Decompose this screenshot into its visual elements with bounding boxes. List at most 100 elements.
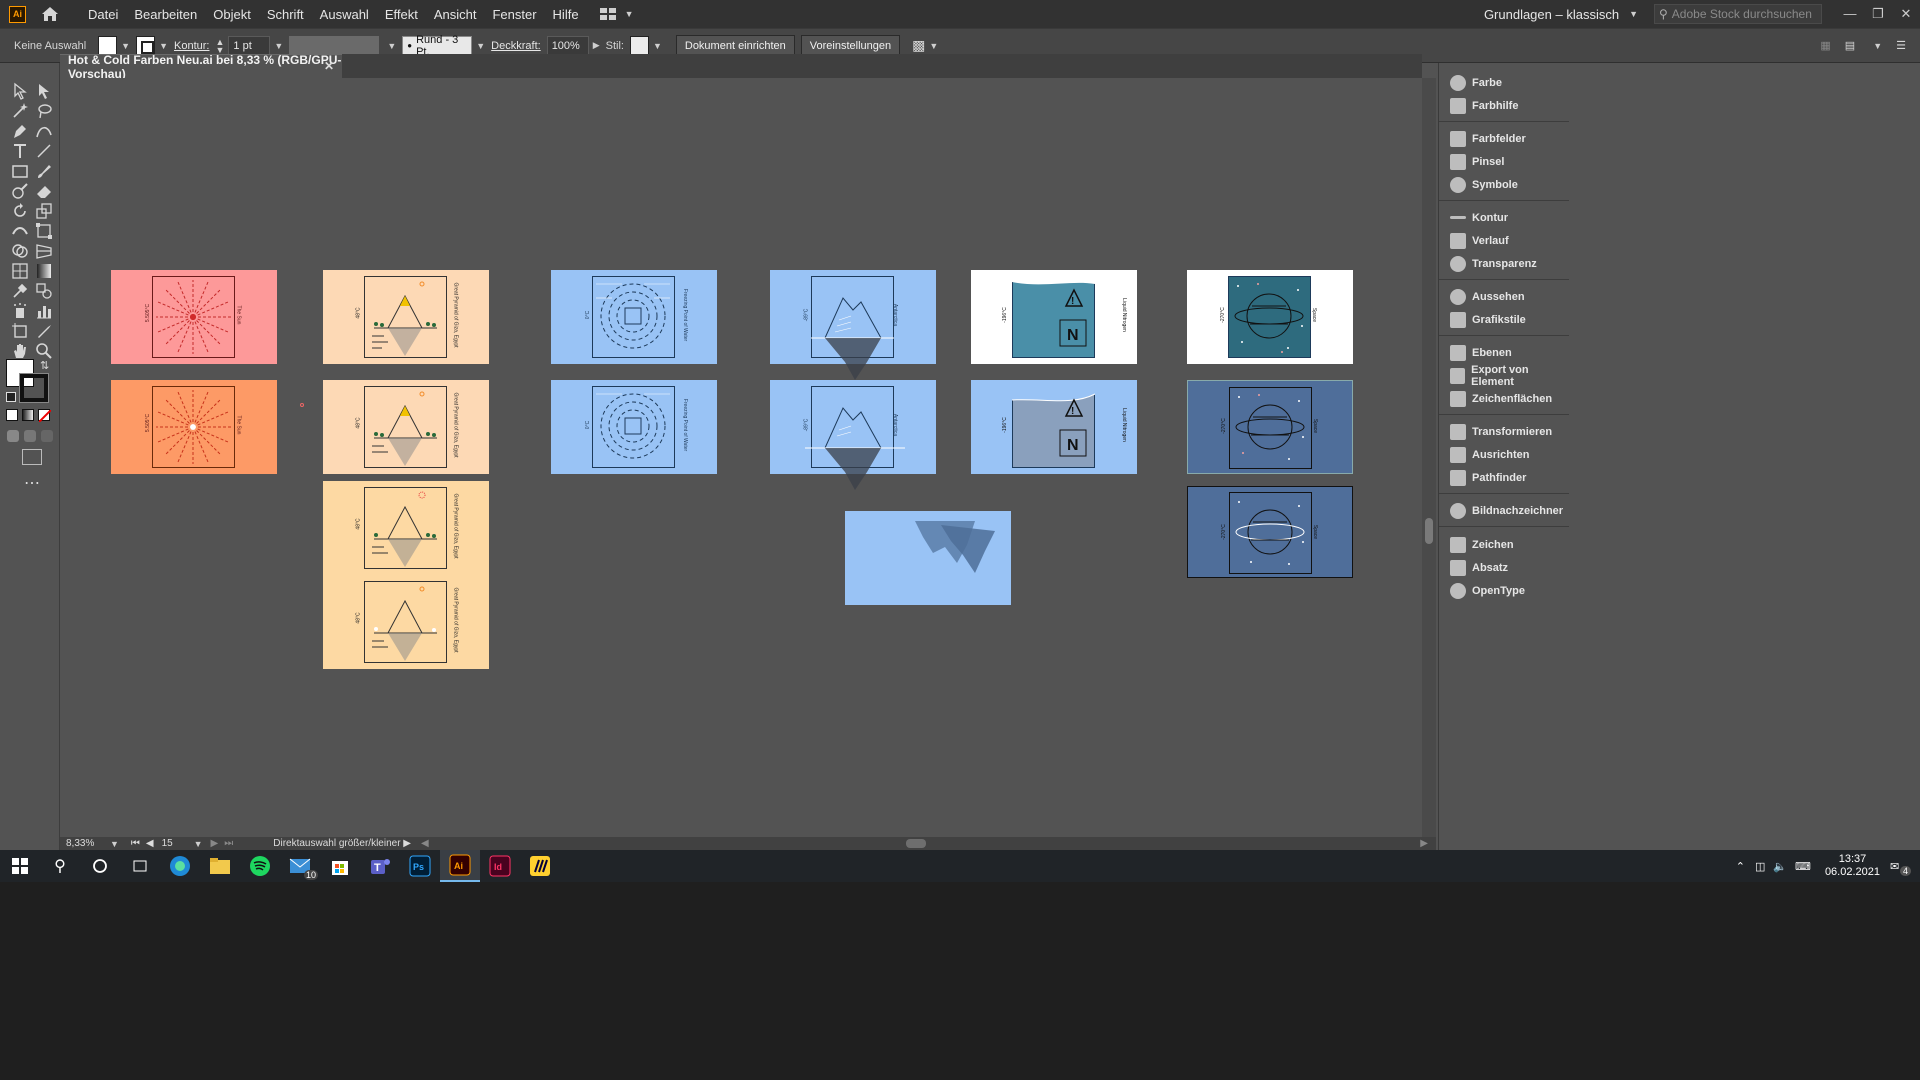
panel-aussehen[interactable]: Aussehen (1439, 285, 1569, 308)
lasso-icon[interactable] (34, 101, 54, 121)
draw-behind-icon[interactable] (24, 430, 36, 442)
menu-objekt[interactable]: Objekt (205, 7, 259, 22)
artboard-pyramid-1[interactable]: 48°C Great Pyramid of Giza, Egypt (323, 270, 489, 364)
panel-farbhilfe[interactable]: Farbhilfe (1439, 94, 1569, 117)
taskbar-photoshop[interactable]: Ps (400, 850, 440, 882)
status-menu-icon[interactable]: ▶ (403, 838, 411, 849)
rectangle-tool-icon[interactable] (10, 161, 30, 181)
artboard-space-1[interactable]: -270°C Space (1187, 270, 1353, 364)
close-button[interactable]: ✕ (1892, 6, 1920, 22)
scrollbar-thumb[interactable] (1425, 518, 1433, 544)
chevron-down-icon[interactable]: ▼ (194, 839, 203, 849)
gradient-tool-icon[interactable] (34, 261, 54, 281)
panel-symbole[interactable]: Symbole (1439, 173, 1569, 196)
chevron-down-icon[interactable]: ▼ (1873, 41, 1882, 51)
scale-tool-icon[interactable] (34, 201, 54, 221)
panel-pathfinder[interactable]: Pathfinder (1439, 466, 1569, 489)
panel-export-von-element[interactable]: Export von Element (1439, 364, 1569, 388)
panel-zeichenflaechen[interactable]: Zeichenflächen (1439, 387, 1569, 410)
panel-farbe[interactable]: Farbe (1439, 71, 1569, 94)
action-center-button[interactable]: ✉ 4 (1890, 860, 1920, 876)
horizontal-scrollbar-thumb[interactable] (906, 839, 926, 848)
chevron-down-icon[interactable]: ▼ (929, 41, 938, 51)
panel-verlauf[interactable]: Verlauf (1439, 229, 1569, 252)
home-icon[interactable] (40, 5, 60, 23)
draw-normal-icon[interactable] (7, 430, 19, 442)
close-icon[interactable]: ✕ (324, 59, 334, 73)
taskbar-store[interactable] (320, 850, 360, 882)
chevron-down-icon[interactable]: ▼ (653, 41, 662, 51)
menu-auswahl[interactable]: Auswahl (312, 7, 377, 22)
brush-definition[interactable]: ● Rund - 3 Pt. (402, 34, 473, 58)
task-view-button[interactable] (120, 850, 160, 882)
artboard-number[interactable]: 15 (162, 838, 190, 849)
symbol-sprayer-icon[interactable] (10, 301, 30, 321)
panel-transformieren[interactable]: Transformieren (1439, 420, 1569, 443)
magic-wand-icon[interactable] (10, 101, 30, 121)
taskbar-indesign[interactable]: Id (480, 850, 520, 882)
menu-hilfe[interactable]: Hilfe (545, 7, 587, 22)
mesh-tool-icon[interactable] (10, 261, 30, 281)
shaper-tool-icon[interactable] (10, 181, 30, 201)
shape-builder-icon[interactable] (10, 241, 30, 261)
eyedropper-icon[interactable] (10, 281, 30, 301)
opacity-field[interactable]: 100% (546, 35, 589, 56)
menu-schrift[interactable]: Schrift (259, 7, 312, 22)
taskbar-mail[interactable]: 10 (280, 850, 320, 882)
chevron-down-icon[interactable]: ▼ (274, 41, 283, 51)
stray-point[interactable] (300, 403, 304, 407)
edit-toolbar-icon[interactable]: ⋯ (24, 473, 40, 493)
selection-tool-icon[interactable] (10, 81, 30, 101)
slice-tool-icon[interactable] (34, 321, 54, 341)
artboard-pyramid-3[interactable]: 48°C Great Pyramid of Giza, Egypt (323, 481, 489, 575)
vertical-scrollbar[interactable] (1422, 78, 1436, 837)
arrange-documents-button[interactable]: ▼ (599, 7, 633, 21)
network-icon[interactable]: ◫ (1755, 860, 1765, 873)
artboard-ice-1[interactable]: -89°C Antarctica (770, 270, 936, 380)
first-artboard-icon[interactable]: ⏮ (131, 838, 140, 849)
panel-options-icon[interactable]: ▦ (1820, 39, 1830, 52)
menu-fenster[interactable]: Fenster (484, 7, 544, 22)
menu-bearbeiten[interactable]: Bearbeiten (126, 7, 205, 22)
last-artboard-icon[interactable]: ⏭ (224, 838, 233, 849)
graphic-style-swatch[interactable] (629, 36, 649, 55)
panel-transparenz[interactable]: Transparenz (1439, 252, 1569, 275)
artboard-water-2[interactable]: 0°C Freezing Point of Water (551, 380, 717, 474)
direct-selection-tool-icon[interactable] (34, 81, 54, 101)
kontur-label[interactable]: Kontur: (174, 40, 209, 52)
panel-kontur[interactable]: Kontur (1439, 206, 1569, 229)
taskbar-clock[interactable]: 13:37 06.02.2021 (1825, 853, 1880, 879)
chevron-down-icon[interactable]: ▼ (1629, 9, 1638, 19)
align-options-icon[interactable]: ▩ (912, 37, 925, 54)
free-transform-icon[interactable] (34, 221, 54, 241)
rotate-tool-icon[interactable] (10, 201, 30, 221)
chevron-down-icon[interactable]: ▼ (121, 41, 130, 51)
menu-datei[interactable]: Datei (80, 7, 126, 22)
chevron-down-icon[interactable]: ▼ (110, 839, 119, 849)
show-hidden-icons[interactable]: ⌃ (1736, 860, 1745, 873)
artboard-pyramid-2[interactable]: 48°C Great Pyramid of Giza, Egypt (323, 380, 489, 474)
start-button[interactable] (0, 850, 40, 882)
artboard-ice-3[interactable] (845, 511, 1011, 605)
chevron-down-icon[interactable]: ▼ (387, 41, 396, 51)
artboard-sun-orange[interactable]: 5.505°C The Sun (111, 380, 277, 474)
document-setup-button[interactable]: Dokument einrichten (675, 35, 795, 56)
curvature-tool-icon[interactable] (34, 121, 54, 141)
taskbar-explorer[interactable] (200, 850, 240, 882)
panel-farbfelder[interactable]: Farbfelder (1439, 127, 1569, 150)
chevron-down-icon[interactable]: ▼ (159, 41, 168, 51)
document-tab[interactable]: Hot & Cold Farben Neu.ai bei 8,33 % (RGB… (60, 53, 342, 81)
panel-pinsel[interactable]: Pinsel (1439, 150, 1569, 173)
zoom-tool-icon[interactable] (34, 341, 54, 361)
panel-opentype[interactable]: OpenType (1439, 579, 1569, 602)
scroll-left-icon[interactable]: ◀ (421, 838, 429, 849)
minimize-button[interactable]: — (1836, 6, 1864, 22)
hand-tool-icon[interactable] (10, 341, 30, 361)
stock-search-input[interactable]: ⚲ Adobe Stock durchsuchen (1654, 4, 1822, 24)
panel-grafikstile[interactable]: Grafikstile (1439, 308, 1569, 331)
volume-icon[interactable]: 🔈 (1773, 860, 1787, 873)
color-mode-icon[interactable] (6, 409, 18, 421)
artboard-sun-pink[interactable]: 5.505°C The Sun (111, 270, 277, 364)
menu-icon[interactable]: ☰ (1896, 39, 1906, 52)
cortana-button[interactable] (80, 850, 120, 882)
